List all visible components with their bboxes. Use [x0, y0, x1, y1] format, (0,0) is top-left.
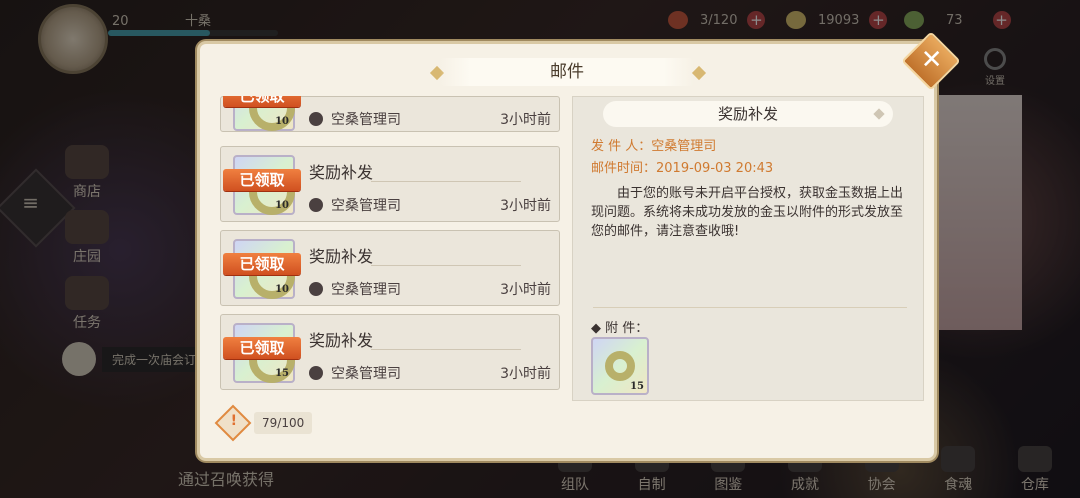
- attachment-item[interactable]: 15: [591, 337, 649, 395]
- detail-body: 由于您的账号未开启平台授权，获取金玉数据上出现问题。系统将未成功发放的金玉以附件…: [591, 186, 904, 239]
- diamond-ornament-icon: [691, 65, 707, 81]
- person-icon: [309, 112, 323, 126]
- mail-detail-panel: 奖励补发 发 件 人：空桑管理司 邮件时间：2019-09-03 20:43 由…: [572, 96, 924, 401]
- divider: [593, 307, 907, 308]
- claimed-stamp: 已领取: [223, 169, 301, 191]
- mail-subject: 奖励补发: [309, 163, 374, 182]
- mail-list[interactable]: 10 已领取 空桑管理司 3小时前 10 已领取 奖励补发 空桑管理司 3小时前…: [220, 96, 560, 396]
- claimed-stamp: 已领取: [223, 253, 301, 275]
- mail-sender: 空桑管理司: [309, 195, 401, 215]
- mail-time: 3小时前: [500, 112, 551, 128]
- close-icon: ✕: [920, 45, 943, 76]
- person-icon: [309, 198, 323, 212]
- mail-count-value: 79/100: [254, 412, 313, 434]
- mail-count: ! 79/100: [214, 404, 313, 442]
- person-icon: [309, 366, 323, 380]
- mail-sender: 空桑管理司: [309, 109, 401, 129]
- mail-subject: 奖励补发: [309, 247, 374, 266]
- mail-item[interactable]: 10 已领取 奖励补发 空桑管理司 3小时前: [220, 230, 560, 306]
- mail-time: 3小时前: [500, 282, 551, 298]
- jade-coin-icon: [605, 351, 635, 381]
- detail-title: 奖励补发: [603, 101, 893, 127]
- mail-item[interactable]: 10 已领取 奖励补发 空桑管理司 3小时前: [220, 146, 560, 222]
- mail-item[interactable]: 10 已领取 空桑管理司 3小时前: [220, 96, 560, 132]
- mail-item[interactable]: 15 已领取 奖励补发 空桑管理司 3小时前: [220, 314, 560, 390]
- person-icon: [309, 282, 323, 296]
- mail-time: 3小时前: [500, 198, 551, 214]
- detail-time: 邮件时间：2019-09-03 20:43: [591, 161, 774, 176]
- mail-subject: 奖励补发: [309, 331, 374, 350]
- mail-sender: 空桑管理司: [309, 279, 401, 299]
- mail-sender: 空桑管理司: [309, 363, 401, 383]
- warning-icon: !: [214, 404, 252, 442]
- attachment-label: ◆ 附 件：: [591, 321, 649, 336]
- detail-sender: 发 件 人：空桑管理司: [591, 139, 717, 154]
- claimed-stamp: 已领取: [223, 96, 301, 107]
- claimed-stamp: 已领取: [223, 337, 301, 359]
- dialog-title: 邮件: [440, 58, 694, 86]
- mail-time: 3小时前: [500, 366, 551, 382]
- attachment-qty: 15: [630, 381, 644, 392]
- mail-dialog: 邮件 10 已领取 空桑管理司 3小时前 10 已领取 奖励补发 空桑管理司 3…: [200, 44, 934, 458]
